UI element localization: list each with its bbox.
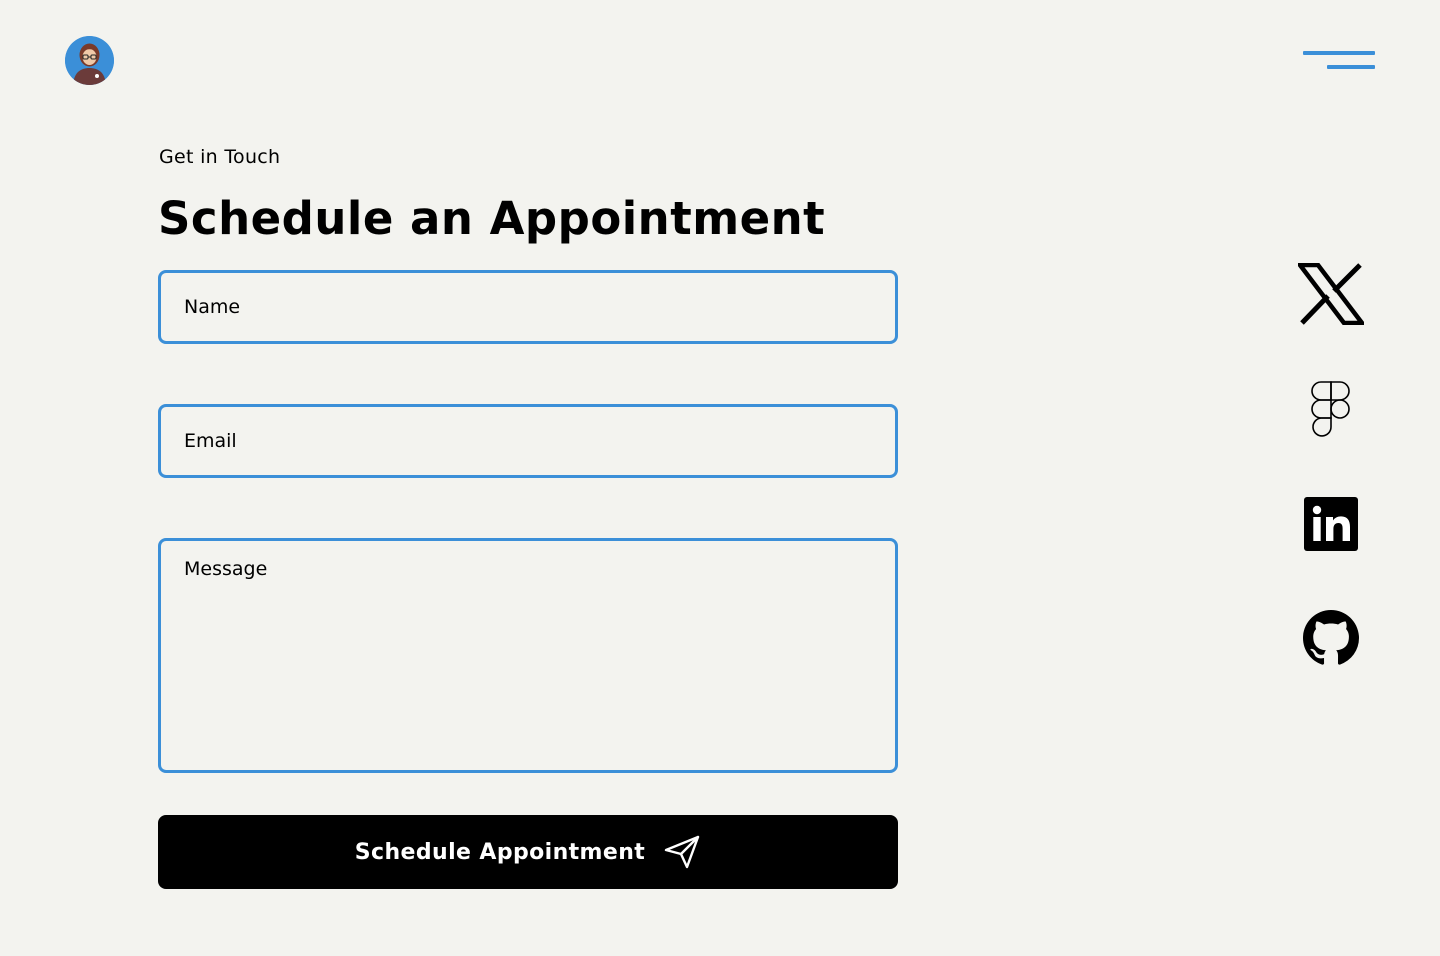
user-avatar-icon (65, 36, 114, 85)
menu-bar-bottom (1327, 65, 1375, 69)
schedule-appointment-label: Schedule Appointment (354, 839, 646, 865)
menu-button[interactable] (1300, 46, 1378, 74)
page-title: Schedule an Appointment (158, 192, 826, 245)
schedule-appointment-button[interactable]: Schedule Appointment (158, 815, 898, 889)
social-link-figma[interactable] (1296, 378, 1366, 440)
linkedin-icon (1304, 497, 1358, 551)
social-link-x[interactable] (1296, 262, 1366, 326)
avatar[interactable] (65, 36, 114, 85)
social-link-github[interactable] (1296, 608, 1366, 668)
email-field[interactable] (158, 404, 898, 478)
menu-bar-top (1303, 51, 1375, 55)
contact-page: Get in Touch Schedule an Appointment Sch… (0, 0, 1440, 956)
message-field[interactable] (158, 538, 898, 773)
social-link-linkedin[interactable] (1296, 494, 1366, 554)
name-field[interactable] (158, 270, 898, 344)
x-icon (1298, 263, 1364, 325)
section-eyebrow: Get in Touch (159, 146, 281, 168)
github-icon (1303, 610, 1359, 665)
send-icon (664, 835, 700, 869)
figma-icon (1311, 381, 1350, 437)
